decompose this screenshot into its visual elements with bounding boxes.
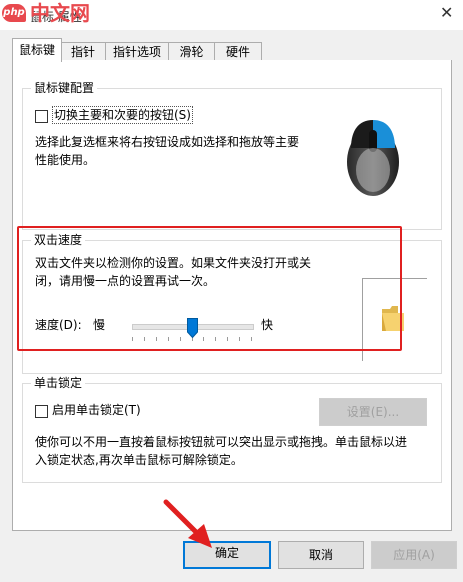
- watermark-text: 中文网: [30, 1, 90, 25]
- click-lock-label[interactable]: 启用单击锁定(T): [52, 401, 141, 420]
- click-lock-checkbox[interactable]: [35, 405, 48, 418]
- switch-buttons-label[interactable]: 切换主要和次要的按钮(S): [52, 106, 193, 124]
- annotation-arrow-icon: [163, 499, 212, 548]
- button-config-description-1: 选择此复选框来将右按钮设成如选择和拖放等主要: [35, 135, 300, 149]
- tab-pointers[interactable]: 指针: [60, 42, 106, 61]
- button-config-legend: 鼠标键配置: [31, 81, 98, 95]
- click-lock-settings-button[interactable]: 设置(E)...: [319, 398, 427, 426]
- annotation-highlight-box: [17, 226, 402, 351]
- click-lock-legend: 单击锁定: [31, 376, 86, 390]
- tab-buttons[interactable]: 鼠标键: [12, 38, 62, 62]
- button-config-description-2: 性能使用。: [35, 153, 96, 167]
- close-icon[interactable]: ✕: [440, 5, 453, 21]
- tab-wheel[interactable]: 滑轮: [168, 42, 215, 61]
- mouse-icon: [347, 120, 399, 196]
- apply-button[interactable]: 应用(A): [371, 541, 457, 569]
- click-lock-description-1: 使你可以不用一直按着鼠标按钮就可以突出显示或拖拽。单击鼠标以进: [35, 435, 408, 449]
- tab-hardware[interactable]: 硬件: [214, 42, 262, 61]
- switch-buttons-checkbox[interactable]: [35, 110, 48, 123]
- cancel-button[interactable]: 取消: [278, 541, 364, 569]
- click-lock-description-2: 入锁定状态,再次单击鼠标可解除锁定。: [35, 453, 243, 467]
- watermark-logo: php: [2, 4, 26, 22]
- tab-pointer-options[interactable]: 指针选项: [105, 42, 169, 61]
